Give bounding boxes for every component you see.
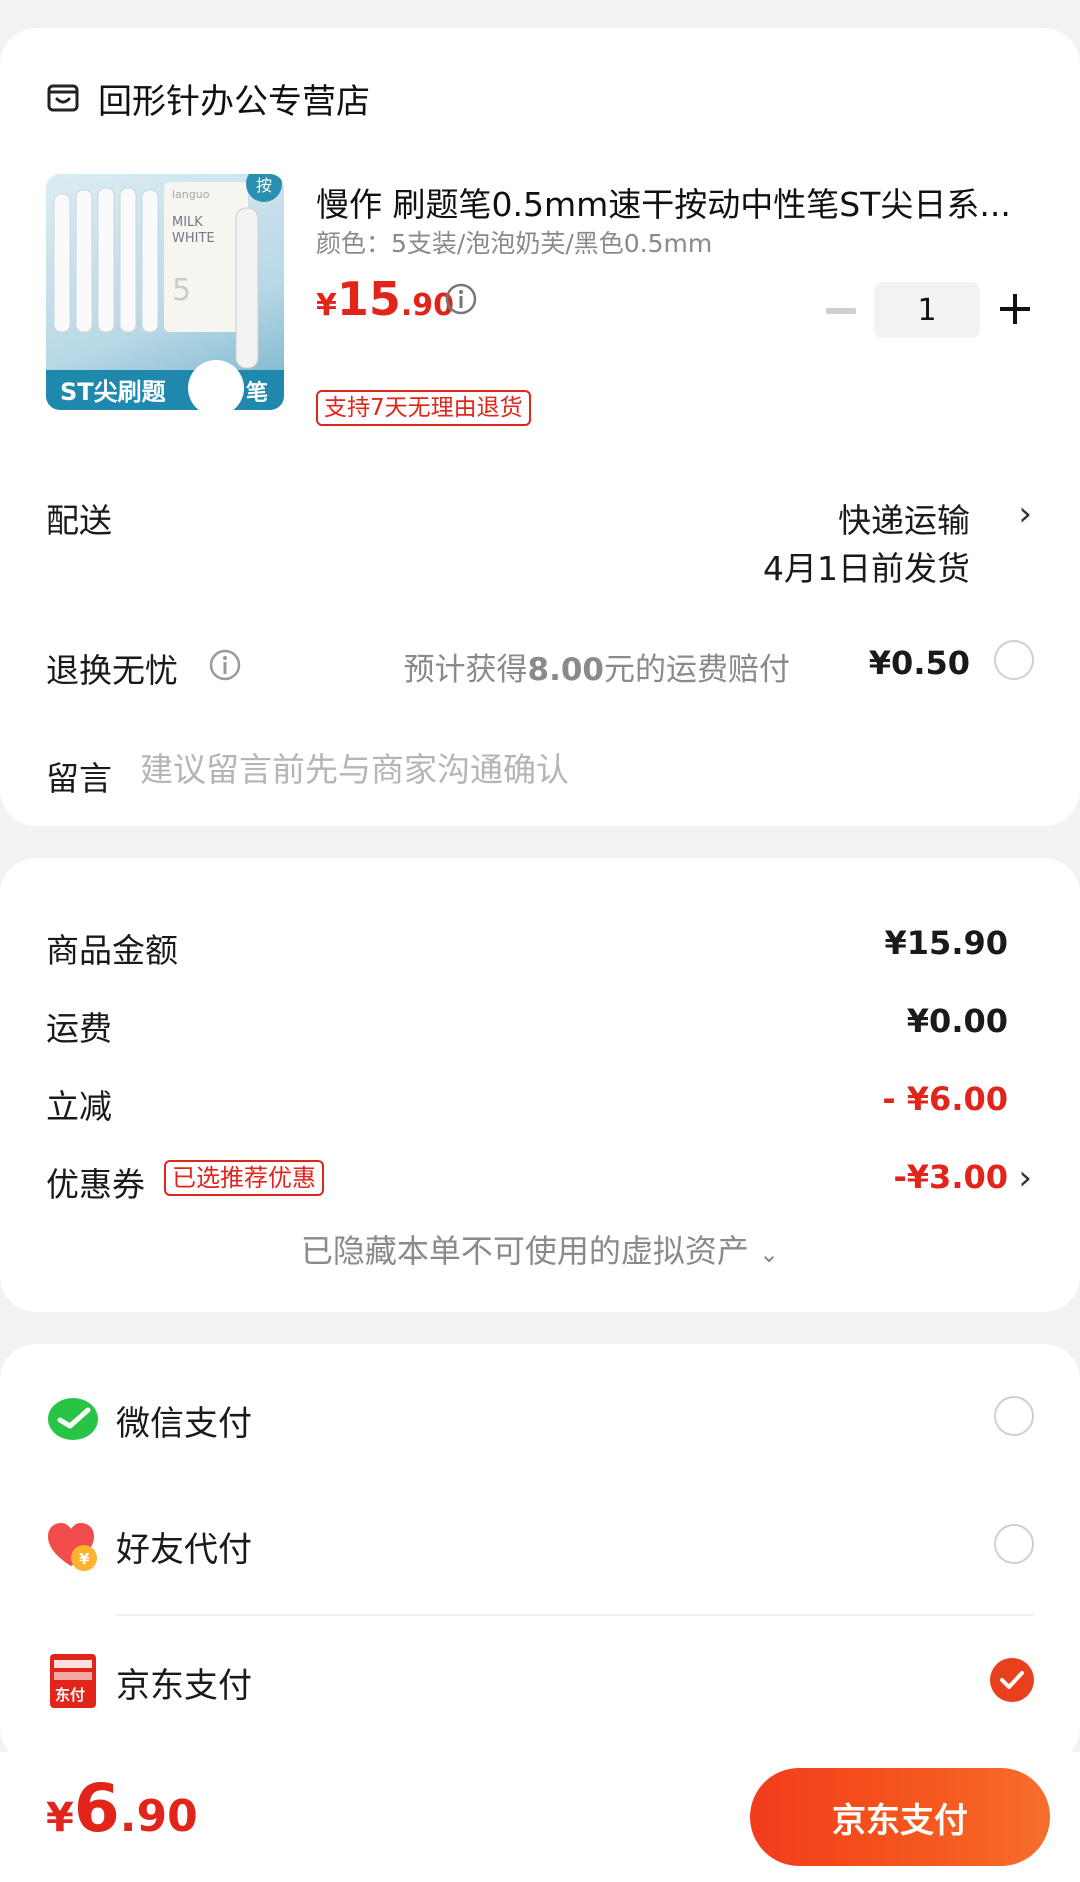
thumb-count-text: 5 xyxy=(172,273,191,308)
total-decimal: .90 xyxy=(119,1791,198,1842)
hidden-assets-text: 已隐藏本单不可使用的虚拟资产 xyxy=(300,1232,749,1270)
thumb-press-text: 按 xyxy=(256,176,272,195)
thumb-milk-text: MILK xyxy=(172,215,203,230)
product-image: languo MILK WHITE 5 按 ST尖刷题 笔 xyxy=(46,174,284,410)
order-card: 回形针办公专营店 languo MILK WHITE 5 按 ST尖刷题 笔 慢… xyxy=(0,28,1080,826)
return-worry-desc-suffix: 元的运费赔付 xyxy=(604,652,790,688)
total-integer: 6 xyxy=(73,1770,120,1847)
return-worry-radio[interactable] xyxy=(994,640,1034,680)
svg-text:¥: ¥ xyxy=(79,1550,90,1568)
price-integer: 15 xyxy=(336,272,401,326)
return-worry-price: ¥0.50 xyxy=(868,644,970,682)
check-icon xyxy=(1000,1671,1024,1689)
friend-pay-label[interactable]: 好友代付 xyxy=(116,1522,252,1571)
jd-pay-label[interactable]: 京东支付 xyxy=(116,1658,252,1707)
hidden-assets-toggle[interactable]: 已隐藏本单不可使用的虚拟资产 ⌄ xyxy=(0,1226,1080,1272)
discount-label: 立减 xyxy=(46,1087,112,1126)
discount-value: - ¥6.00 xyxy=(882,1080,1008,1118)
coupon-tag: 已选推荐优惠 xyxy=(164,1160,324,1196)
payment-methods-card: 微信支付 ¥ 好友代付 东付 京东支付 xyxy=(0,1344,1080,1764)
product-spec[interactable]: 颜色：5支装/泡泡奶芙/黑色0.5mm xyxy=(316,224,712,260)
total-price: ¥6.90 xyxy=(46,1770,198,1847)
coupon-label: 优惠券 xyxy=(46,1165,145,1204)
quantity-decrease-button[interactable] xyxy=(826,308,856,314)
return-policy-tag: 支持7天无理由退货 xyxy=(316,390,531,426)
product-title[interactable]: 慢作 刷题笔0.5mm速干按动中性笔ST尖日系... xyxy=(316,178,1028,226)
thumb-bottom-left-text: ST尖刷题 xyxy=(60,378,166,406)
checkout-bar: ¥6.90 京东支付 xyxy=(0,1752,1080,1882)
delivery-label: 配送 xyxy=(46,501,112,540)
product-price: ¥15.90 xyxy=(316,272,454,326)
message-input[interactable] xyxy=(140,744,1000,794)
return-worry-desc: 预计获得8.00元的运费赔付 xyxy=(404,644,791,689)
return-worry-label: 退换无忧 xyxy=(46,651,178,690)
wechat-pay-radio[interactable] xyxy=(994,1396,1034,1436)
delivery-eta: 4月1日前发货 xyxy=(763,549,970,588)
product-thumbnail[interactable]: languo MILK WHITE 5 按 ST尖刷题 笔 xyxy=(46,174,284,410)
shipping-label: 运费 xyxy=(46,1009,112,1048)
coupon-value[interactable]: -¥3.00 xyxy=(894,1158,1009,1196)
coupon-chevron-icon[interactable]: › xyxy=(1018,1158,1032,1198)
total-currency: ¥ xyxy=(46,1795,74,1841)
return-worry-amount: 8.00 xyxy=(527,652,605,688)
price-info-icon[interactable] xyxy=(444,282,478,316)
delivery-chevron-icon[interactable]: › xyxy=(1018,494,1032,534)
delivery-method[interactable]: 快递运输 xyxy=(838,494,970,542)
thumb-brand-text: languo xyxy=(172,188,210,201)
friend-pay-radio[interactable] xyxy=(994,1524,1034,1564)
jd-pay-radio-checked[interactable] xyxy=(990,1658,1034,1702)
chevron-down-icon: ⌄ xyxy=(759,1240,780,1268)
store-name[interactable]: 回形针办公专营店 xyxy=(98,74,370,123)
store-icon xyxy=(47,84,79,112)
return-worry-info-icon[interactable] xyxy=(208,648,242,682)
shipping-value: ¥0.00 xyxy=(906,1002,1008,1040)
quantity-increase-button[interactable] xyxy=(1000,294,1030,324)
goods-amount-label: 商品金额 xyxy=(46,931,178,970)
wechat-icon xyxy=(48,1398,98,1440)
goods-amount-value: ¥15.90 xyxy=(884,924,1008,962)
return-worry-desc-prefix: 预计获得 xyxy=(403,652,528,688)
jd-pay-icon: 东付 xyxy=(50,1654,96,1708)
message-label: 留言 xyxy=(46,759,112,798)
quantity-input[interactable]: 1 xyxy=(874,282,980,338)
jd-pay-icon-text: 东付 xyxy=(55,1686,85,1704)
wechat-pay-label[interactable]: 微信支付 xyxy=(116,1396,252,1445)
price-summary-card: 商品金额 ¥15.90 运费 ¥0.00 立减 - ¥6.00 优惠券 已选推荐… xyxy=(0,858,1080,1312)
price-currency: ¥ xyxy=(316,288,337,323)
pay-button[interactable]: 京东支付 xyxy=(750,1768,1050,1866)
friend-pay-icon: ¥ xyxy=(48,1523,97,1571)
thumb-bottom-right-text: 笔 xyxy=(246,380,268,406)
thumb-white-text: WHITE xyxy=(172,231,215,246)
payment-divider xyxy=(116,1614,1034,1616)
